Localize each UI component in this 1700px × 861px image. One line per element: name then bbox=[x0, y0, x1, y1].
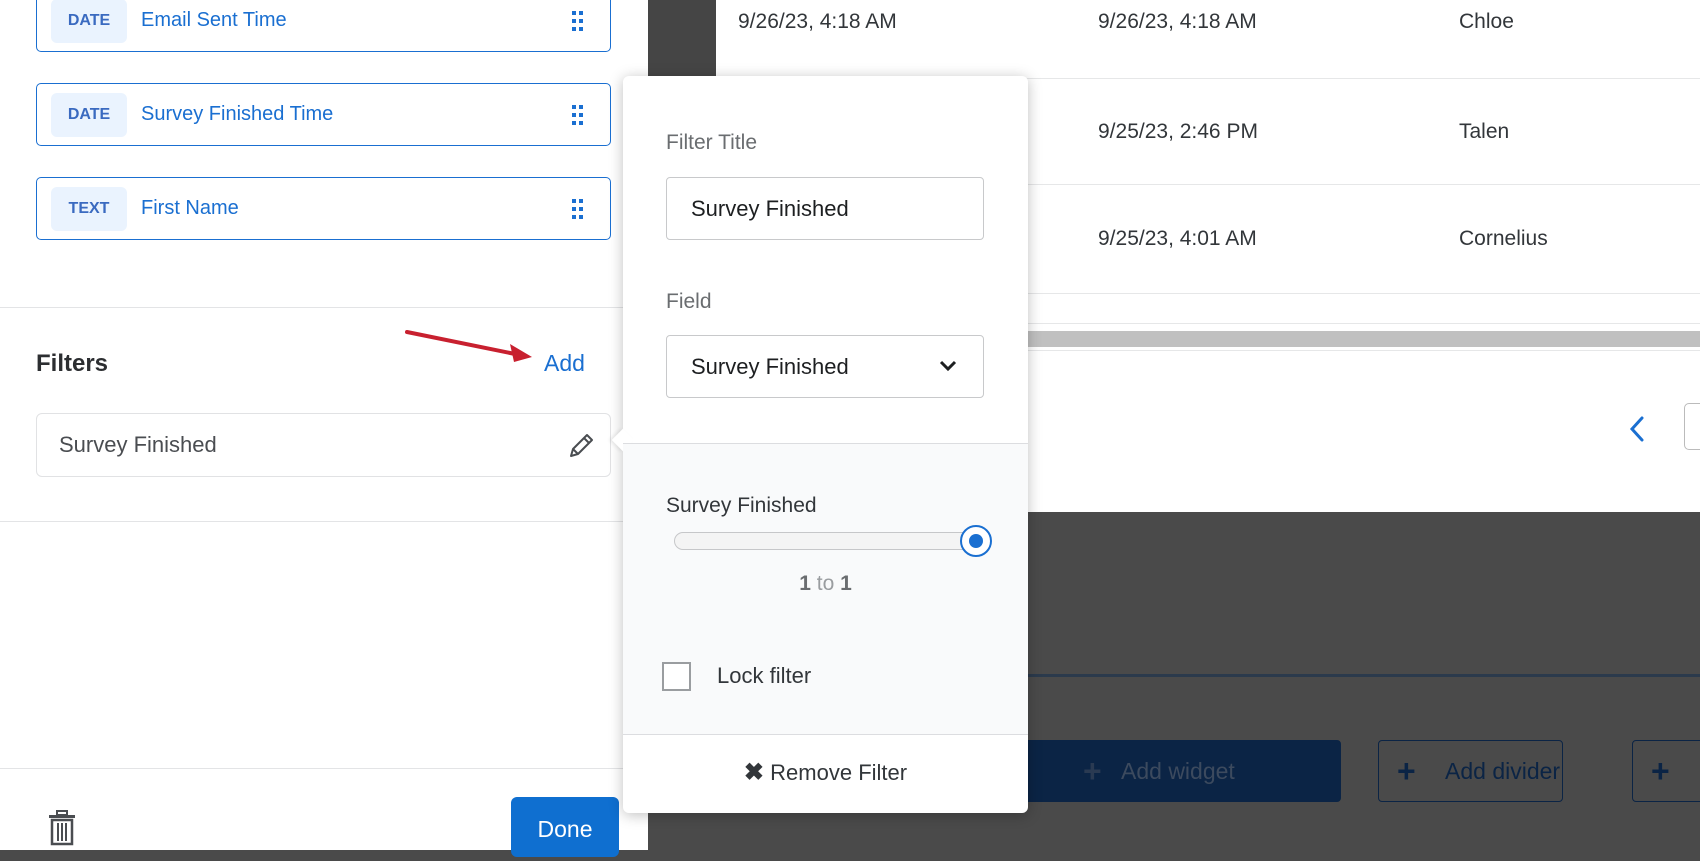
add-divider-button[interactable]: + Add divider bbox=[1378, 740, 1563, 802]
field-name: Survey Finished Time bbox=[141, 103, 334, 125]
add-filter-link[interactable]: Add bbox=[544, 350, 585, 377]
divider bbox=[0, 521, 648, 522]
done-button[interactable]: Done bbox=[511, 797, 619, 857]
range-max: 1 bbox=[840, 572, 852, 595]
filter-item[interactable]: Survey Finished bbox=[36, 413, 611, 477]
close-x-icon: ✖ bbox=[743, 759, 765, 786]
slider-range-text: 1 to 1 bbox=[623, 572, 1028, 596]
slider-label: Survey Finished bbox=[666, 494, 817, 517]
add-widget-label: Add widget bbox=[1121, 758, 1235, 784]
divider bbox=[0, 768, 648, 769]
field-label: Field bbox=[666, 290, 712, 313]
remove-filter-label: Remove Filter bbox=[770, 760, 908, 785]
plus-icon: + bbox=[1083, 753, 1102, 789]
field-item[interactable]: DATE Email Sent Time bbox=[36, 0, 611, 52]
drag-handle-icon[interactable] bbox=[572, 11, 583, 31]
table-cell: Cornelius bbox=[1459, 227, 1548, 250]
add-divider-label: Add divider bbox=[1445, 758, 1561, 784]
range-to: to bbox=[816, 572, 835, 595]
lock-filter-label: Lock filter bbox=[717, 663, 812, 688]
range-min: 1 bbox=[799, 572, 811, 595]
field-select[interactable]: Survey Finished bbox=[666, 335, 984, 398]
add-more-button[interactable]: + bbox=[1632, 740, 1700, 802]
lock-filter-checkbox[interactable] bbox=[662, 662, 691, 691]
plus-icon: + bbox=[1397, 753, 1416, 789]
annotation-arrow bbox=[405, 330, 532, 362]
filters-heading: Filters bbox=[36, 350, 109, 377]
field-item[interactable]: TEXT First Name bbox=[36, 177, 611, 240]
field-type-badge: TEXT bbox=[51, 187, 127, 231]
drag-handle-icon[interactable] bbox=[572, 199, 583, 219]
field-name: First Name bbox=[141, 197, 239, 219]
field-type-badge: DATE bbox=[51, 0, 127, 43]
table-cell: 9/25/23, 4:01 AM bbox=[1098, 227, 1257, 250]
filter-values-section: Survey Finished 1 to 1 Lock filter bbox=[623, 443, 1028, 735]
divider bbox=[0, 307, 648, 308]
widget-edit-panel: DATE Email Sent Time DATE Survey Finishe… bbox=[0, 0, 648, 857]
table-cell: 9/25/23, 2:46 PM bbox=[1098, 120, 1258, 143]
filter-title-label: Filter Title bbox=[666, 131, 758, 154]
table-cell: Chloe bbox=[1459, 10, 1514, 33]
filter-item-label: Survey Finished bbox=[59, 432, 217, 457]
add-widget-button[interactable]: + Add widget bbox=[1000, 740, 1341, 802]
table-cell: Talen bbox=[1459, 120, 1510, 143]
table-cell: 9/26/23, 4:18 AM bbox=[1098, 10, 1257, 33]
filter-title-input[interactable]: Survey Finished bbox=[666, 177, 984, 240]
drag-handle-icon[interactable] bbox=[572, 105, 583, 125]
filter-edit-popover: Filter Title Survey Finished Field Surve… bbox=[611, 76, 1028, 813]
field-name: Email Sent Time bbox=[141, 9, 287, 31]
trash-icon[interactable] bbox=[48, 810, 76, 846]
field-item[interactable]: DATE Survey Finished Time bbox=[36, 83, 611, 146]
chevron-down-icon bbox=[939, 360, 957, 372]
page-number-input[interactable] bbox=[1684, 403, 1700, 450]
field-select-value: Survey Finished bbox=[691, 354, 849, 379]
slider-track[interactable] bbox=[674, 532, 976, 550]
remove-filter-button[interactable]: ✖ Remove Filter bbox=[623, 758, 1028, 787]
slider-thumb[interactable] bbox=[960, 525, 992, 557]
field-type-badge: DATE bbox=[51, 93, 127, 137]
plus-icon: + bbox=[1651, 753, 1670, 789]
chevron-left-icon[interactable] bbox=[1628, 415, 1646, 443]
pencil-icon[interactable] bbox=[566, 431, 594, 461]
table-cell: 9/26/23, 4:18 AM bbox=[738, 10, 897, 33]
